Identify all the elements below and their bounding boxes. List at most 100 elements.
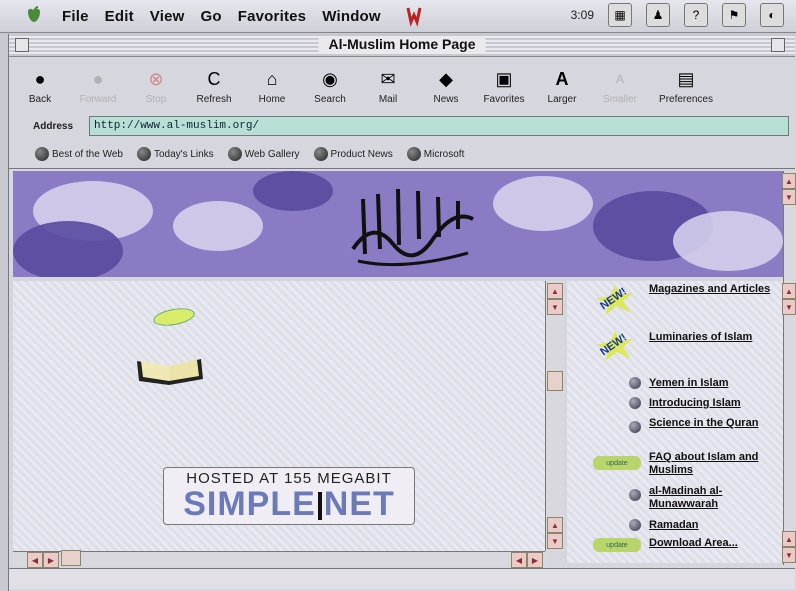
scroll-up-arrow-icon[interactable]: ▲ xyxy=(547,517,563,533)
search-label: Search xyxy=(314,94,346,105)
larger-label: Larger xyxy=(547,94,577,105)
close-box-icon[interactable] xyxy=(15,38,29,52)
brand-right: NET xyxy=(323,485,395,523)
zoom-box-icon[interactable] xyxy=(771,38,785,52)
globe-icon xyxy=(406,147,421,161)
menu-view[interactable]: View xyxy=(150,8,185,25)
smaller-button[interactable]: A Smaller xyxy=(593,60,647,105)
back-button[interactable]: ● Back xyxy=(13,60,67,106)
forward-label: Forward xyxy=(79,94,117,105)
menu-file[interactable]: File xyxy=(62,8,89,25)
brand-left: SIMPLE xyxy=(183,485,316,523)
refresh-icon: C xyxy=(207,68,221,89)
apple-menu-icon[interactable] xyxy=(22,4,46,28)
help-icon[interactable]: ? xyxy=(684,3,708,27)
refresh-button[interactable]: C Refresh xyxy=(187,60,241,106)
bullet-ball-icon xyxy=(629,421,641,433)
page-content: HOSTED AT 155 MEGABIT SIMPLE NET ▲ ▼ ▲ ▼ … xyxy=(9,168,796,568)
brand-divider xyxy=(317,492,322,521)
open-book-icon xyxy=(137,359,203,385)
nav-yemen-in-islam[interactable]: Yemen in Islam xyxy=(649,377,781,390)
menu-clock: 3:09 xyxy=(570,8,594,22)
search-icon: ◉ xyxy=(322,68,338,89)
menu-favorites[interactable]: Favorites xyxy=(238,8,307,25)
right-frame-nav: NEW! Magazines and Articles NEW! Luminar… xyxy=(567,281,785,563)
control-strip-icon[interactable]: ▦ xyxy=(608,3,632,27)
home-button[interactable]: ⌂ Home xyxy=(245,60,299,106)
scroll-up-arrow-icon[interactable]: ▲ xyxy=(547,283,563,299)
link-web-gallery[interactable]: Web Gallery xyxy=(227,147,300,161)
left-frame-scrollbar[interactable]: ▲ ▼ ▲ ▼ xyxy=(545,281,564,551)
scroll-down-arrow-icon[interactable]: ▼ xyxy=(547,299,563,315)
news-button[interactable]: ◆ News xyxy=(419,60,473,106)
nav-al-madinah[interactable]: al-Madinah al-Munawwarah xyxy=(649,485,781,511)
left-frame: HOSTED AT 155 MEGABIT SIMPLE NET xyxy=(13,281,545,551)
nav-introducing-islam[interactable]: Introducing Islam xyxy=(649,397,781,410)
forward-button[interactable]: ● Forward xyxy=(71,60,125,106)
simplenet-logo: SIMPLE NET xyxy=(164,486,414,522)
nav-science-in-quran[interactable]: Science in the Quran xyxy=(649,417,781,430)
app-logo-icon[interactable] xyxy=(403,5,425,27)
nav-luminaries-of-islam[interactable]: Luminaries of Islam xyxy=(649,331,781,344)
mail-icon: ✉ xyxy=(380,68,396,89)
scroll-left-arrow-icon[interactable]: ◀ xyxy=(27,552,43,568)
scroll-thumb[interactable] xyxy=(547,371,563,391)
scroll-down-arrow-icon[interactable]: ▼ xyxy=(782,189,796,205)
preferences-icon: ▤ xyxy=(677,68,695,89)
left-frame-hscrollbar[interactable]: ◀ ▶ ◀ ▶ xyxy=(13,550,545,568)
link-microsoft[interactable]: Microsoft xyxy=(406,147,465,161)
link-label: Today's Links xyxy=(153,148,214,160)
hosted-by-banner[interactable]: HOSTED AT 155 MEGABIT SIMPLE NET xyxy=(163,467,415,525)
nav-magazines-articles[interactable]: Magazines and Articles xyxy=(649,283,781,296)
favorites-label: Favorites xyxy=(483,94,525,105)
scroll-down-arrow-icon[interactable]: ▼ xyxy=(782,547,796,563)
link-label: Microsoft xyxy=(423,148,465,160)
favorites-button[interactable]: ▣ Favorites xyxy=(477,60,531,106)
link-label: Product News xyxy=(330,148,393,160)
mail-button[interactable]: ✉ Mail xyxy=(361,60,415,106)
back-arrow-icon: ● xyxy=(34,68,46,89)
window-title-bar[interactable]: Al-Muslim Home Page xyxy=(9,34,795,57)
news-label: News xyxy=(433,94,459,105)
stop-label: Stop xyxy=(145,94,167,105)
scroll-right-arrow-icon[interactable]: ▶ xyxy=(43,552,59,568)
scroll-up-arrow-icon[interactable]: ▲ xyxy=(782,531,796,547)
status-bar xyxy=(9,568,795,589)
links-bar: Best of the Web Today's Links Web Galler… xyxy=(35,144,464,164)
preferences-button[interactable]: ▤ Preferences xyxy=(651,60,721,106)
window-scrollbar[interactable]: ▲ ▼ ▲ ▼ ▲ ▼ xyxy=(782,171,796,565)
scroll-up-arrow-icon[interactable]: ▲ xyxy=(782,283,796,299)
menu-bar: File Edit View Go Favorites Window 3:09 … xyxy=(0,0,796,33)
application-menu-icon[interactable]: ♟ xyxy=(646,3,670,27)
stop-icon: ⊗ xyxy=(148,68,164,89)
nav-ramadan[interactable]: Ramadan xyxy=(649,519,781,532)
menu-window[interactable]: Window xyxy=(322,8,381,25)
home-label: Home xyxy=(258,94,286,105)
search-button[interactable]: ◉ Search xyxy=(303,60,357,106)
nav-faq-islam-muslims[interactable]: FAQ about Islam and Muslims xyxy=(649,451,781,477)
scroll-up-arrow-icon[interactable]: ▲ xyxy=(782,173,796,189)
link-todays-links[interactable]: Today's Links xyxy=(136,147,214,161)
scroll-down-arrow-icon[interactable]: ▼ xyxy=(782,299,796,315)
globe-icon xyxy=(35,147,49,161)
stop-button[interactable]: ⊗ Stop xyxy=(129,60,183,106)
update-badge: update xyxy=(593,456,641,470)
menu-edit[interactable]: Edit xyxy=(105,8,134,25)
nav-download-area[interactable]: Download Area... xyxy=(649,537,781,550)
address-input[interactable] xyxy=(89,116,789,136)
link-best-of-web[interactable]: Best of the Web xyxy=(35,147,123,161)
browser-toolbar: ● Back ● Forward ⊗ Stop C Refresh ⌂ Home… xyxy=(13,60,791,112)
globe-icon xyxy=(136,147,151,161)
menu-go[interactable]: Go xyxy=(201,8,222,25)
link-product-news[interactable]: Product News xyxy=(313,147,393,161)
finder-icon[interactable]: ◐ xyxy=(760,3,784,27)
window-title: Al-Muslim Home Page xyxy=(318,36,486,52)
larger-button[interactable]: A Larger xyxy=(535,60,589,106)
smaller-text-icon: A xyxy=(615,72,624,86)
banner-image xyxy=(13,171,783,277)
scroll-thumb[interactable] xyxy=(61,550,81,566)
keyboard-flag-icon[interactable]: ⚑ xyxy=(722,3,746,27)
scroll-left-arrow-icon[interactable]: ◀ xyxy=(511,552,527,568)
scroll-down-arrow-icon[interactable]: ▼ xyxy=(547,533,563,549)
scroll-right-arrow-icon[interactable]: ▶ xyxy=(527,552,543,568)
